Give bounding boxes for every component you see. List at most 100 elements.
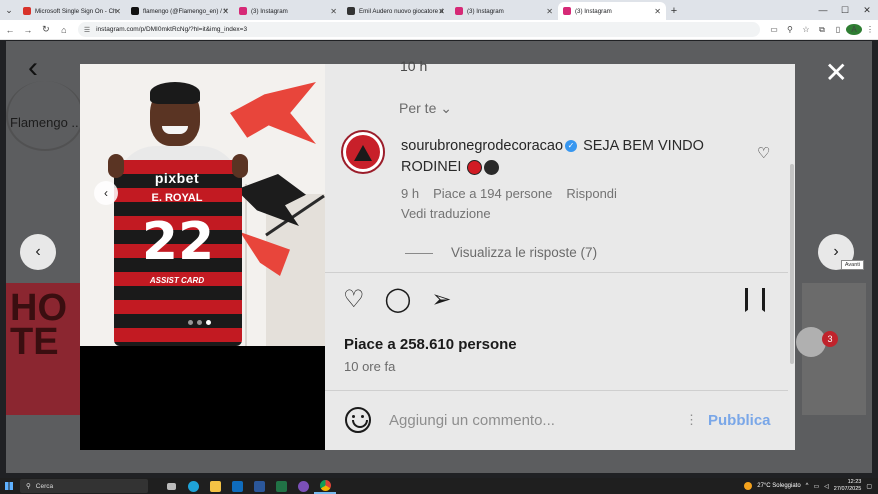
close-tab-icon[interactable]: ✕ [654,7,661,16]
view-replies-button[interactable]: Visualizza le risposte (7) [451,245,597,260]
address-bar[interactable]: ☰ instagram.com/p/DMI0mktRcNg/?hl=it&img… [77,22,760,37]
comment-body: sourubronegrodecoracao ✓ SEJA BEM VINDO R… [401,136,741,178]
reload-icon[interactable]: ↻ [38,22,54,38]
save-bookmark-icon[interactable] [745,288,765,312]
tab-1[interactable]: flamengo (@Flamengo_en) / X ✕ [126,2,234,20]
more-options-icon[interactable]: ⋮ [685,412,698,428]
instagram-favicon-icon [239,7,247,15]
share-icon[interactable]: ➢ [431,287,451,313]
weather-text[interactable]: 27°C Soleggiato [757,483,800,489]
onenote-glyph [297,480,309,492]
emoji-icon[interactable] [345,407,371,433]
comment-likes[interactable]: Piace a 194 persone [433,186,552,201]
close-tab-icon[interactable]: ✕ [114,7,121,16]
excel-glyph [275,480,287,492]
background-profile-label: Flamengo .. [10,115,79,130]
carousel-dots [188,320,211,325]
new-tab-button[interactable]: + [666,2,682,20]
verified-badge-icon: ✓ [565,140,578,153]
comment-like-heart-icon[interactable]: ♡ [757,144,770,162]
taskbar-search[interactable]: ⚲ Cerca [20,479,148,493]
player-hair [150,82,200,104]
chevron-right-icon: › [833,243,839,260]
tab-3[interactable]: Emil Audero nuovo giocatore d ✕ [342,2,450,20]
outlook-glyph [231,480,243,492]
start-button[interactable] [0,478,18,494]
close-window-icon[interactable]: ✕ [856,0,878,20]
close-modal-icon[interactable]: ✕ [825,59,848,87]
home-icon[interactable]: ⌂ [56,22,72,38]
volume-icon[interactable]: ◁ [824,483,829,490]
edge-icon[interactable] [182,478,204,494]
task-view-icon[interactable] [160,478,182,494]
jersey-sponsor-logo: pixbet [154,170,200,186]
outlook-icon[interactable] [226,478,248,494]
search-label: Cerca [35,482,54,490]
background-avatar [796,327,826,357]
windows-logo-icon [5,482,13,490]
word-icon[interactable] [248,478,270,494]
extensions-icon[interactable]: ⧉ [814,25,830,35]
back-icon[interactable]: ← [2,22,18,38]
tab-2[interactable]: (3) Instagram ✕ [234,2,342,20]
cast-icon[interactable]: ▭ [766,25,782,34]
publish-button[interactable]: Pubblica [708,412,771,429]
commenter-username[interactable]: sourubronegrodecoracao [401,138,563,154]
tab-4[interactable]: (3) Instagram ✕ [450,2,558,20]
see-translation-link[interactable]: Vedi traduzione [401,206,491,221]
menu-icon[interactable]: ⋮ [862,25,878,34]
scrollbar[interactable] [789,64,795,450]
close-tab-icon[interactable]: ✕ [438,7,445,16]
red-bird-decal [230,82,316,144]
tab-title: Emil Audero nuovo giocatore d [359,7,444,15]
for-you-label[interactable]: Per te ⌄ [399,100,452,117]
commenter-avatar[interactable] [341,130,385,174]
forward-icon[interactable]: → [20,22,36,38]
post-actions: ♡ ◯ ➢ [343,287,451,313]
comment-input[interactable] [389,408,679,432]
chrome-icon[interactable] [314,478,336,494]
heart-icon[interactable]: ♡ [343,287,365,313]
scrollbar-thumb[interactable] [790,164,794,364]
instagram-favicon-icon [563,7,571,15]
window-controls: — ☐ ✕ [812,0,878,20]
site-settings-icon[interactable]: ☰ [84,26,90,34]
close-tab-icon[interactable]: ✕ [546,7,553,16]
background-back-icon[interactable]: ‹ [28,53,38,83]
notifications-icon[interactable]: ▢ [866,483,872,490]
tab-search-icon[interactable]: ⌄ [0,0,18,20]
reply-button[interactable]: Rispondi [566,186,617,201]
minimize-icon[interactable]: — [812,0,834,20]
instagram-favicon-icon [455,7,463,15]
jersey-name: E. ROYAL [151,192,203,204]
comment-icon[interactable]: ◯ [385,287,412,313]
divider [325,272,788,273]
sidebar-icon[interactable]: ▯ [830,25,846,34]
post-media: pixbet E. ROYAL 22 ASSIST CARD ‹ [80,64,325,450]
post-likes-count[interactable]: Piace a 258.610 persone [344,336,517,353]
bookmark-star-icon[interactable]: ☆ [798,25,814,34]
tab-5-active[interactable]: (3) Instagram ✕ [558,2,666,20]
maximize-icon[interactable]: ☐ [834,0,856,20]
tab-0[interactable]: Microsoft Single Sign On - Ch ✕ [18,2,126,20]
background-tile-text: HO TE [10,287,67,363]
weather-sun-icon[interactable] [744,482,753,490]
chevron-left-icon: ‹ [35,243,41,260]
tray-chevron-icon[interactable]: ^ [806,483,809,489]
zoom-icon[interactable]: ⚲ [782,25,798,34]
tab-title: Microsoft Single Sign On - Ch [35,7,117,15]
excel-icon[interactable] [270,478,292,494]
carousel-previous-button[interactable]: ‹ [94,181,118,205]
right-hand [232,154,248,178]
network-icon[interactable]: ▭ [814,483,820,490]
x-favicon-icon [131,7,139,15]
page-viewport: Flamengo .. HO TE 3 ‹ ✕ ‹ › Avanti pixbe… [6,41,872,473]
profile-avatar[interactable]: A [845,24,862,35]
close-tab-icon[interactable]: ✕ [222,7,229,16]
file-explorer-icon[interactable] [204,478,226,494]
system-tray: 27°C Soleggiato ^ ▭ ◁ 12:23 27/07/2025 ▢ [744,479,878,493]
previous-post-button[interactable]: ‹ [20,234,56,270]
onenote-icon[interactable] [292,478,314,494]
clock[interactable]: 12:23 27/07/2025 [834,479,862,493]
close-tab-icon[interactable]: ✕ [330,7,337,16]
